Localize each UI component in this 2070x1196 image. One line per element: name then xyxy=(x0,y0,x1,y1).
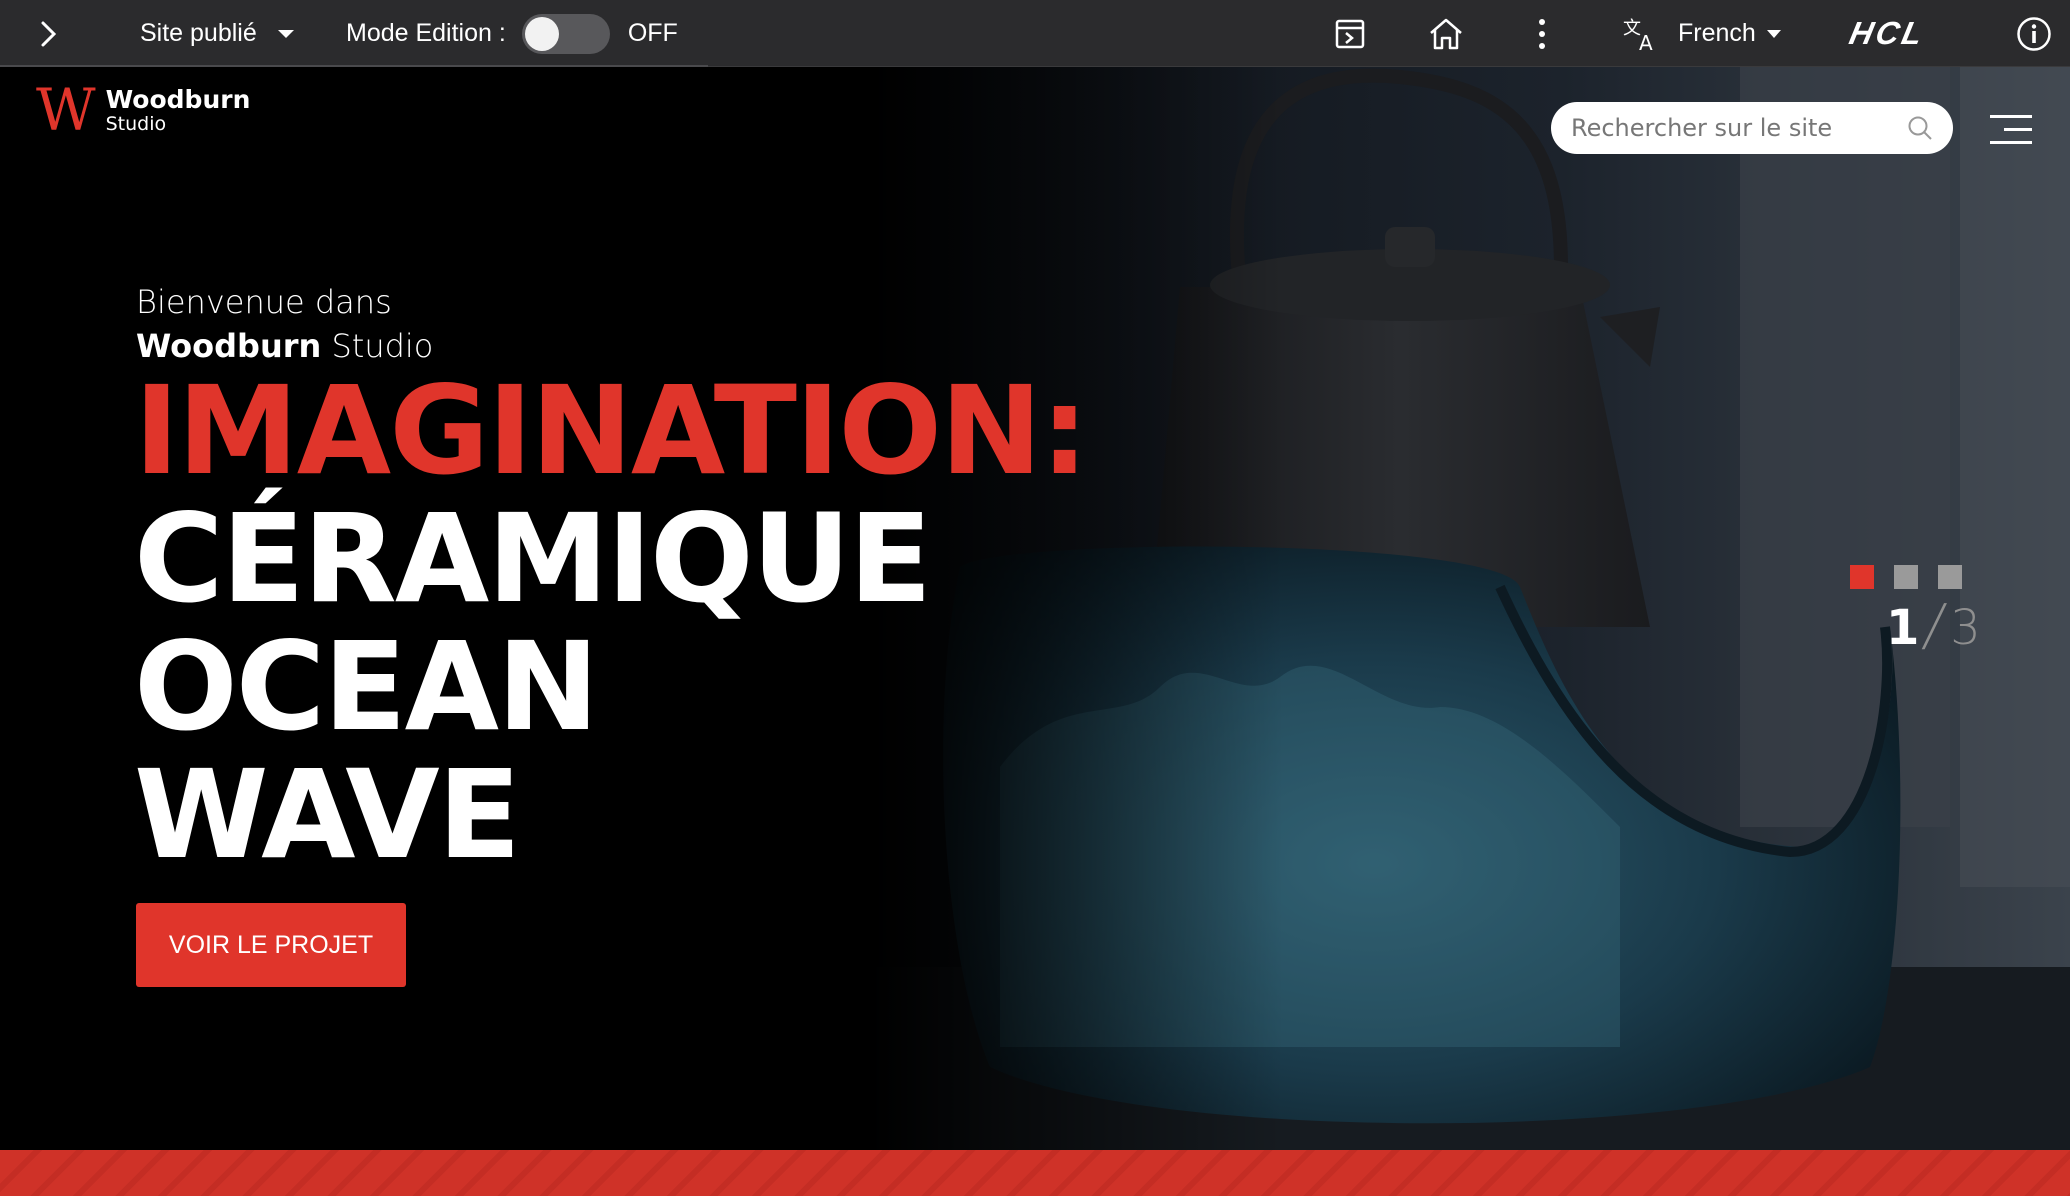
site-logo[interactable]: W Woodburn Studio xyxy=(36,81,250,139)
translate-icon: 文 A xyxy=(1623,18,1653,52)
caret-down-icon xyxy=(1766,29,1781,38)
preview-panel-icon[interactable] xyxy=(1334,0,1366,67)
site-status-dropdown[interactable]: Site publié xyxy=(140,0,295,67)
language-selector[interactable]: 文 A French xyxy=(1622,0,1782,67)
hcl-logo: HCL xyxy=(1846,15,1929,51)
slide-pagination xyxy=(1850,565,1962,589)
info-icon[interactable] xyxy=(2016,0,2052,67)
logo-name: Woodburn xyxy=(105,85,251,114)
headline-highlight: IMAGINATION: xyxy=(134,360,1089,502)
slide-dot-2[interactable] xyxy=(1894,565,1918,589)
more-options-icon[interactable] xyxy=(1538,0,1546,67)
slide-counter: 1 / 3 xyxy=(1886,593,1981,658)
logo-subtitle: Studio xyxy=(105,113,167,135)
slide-dot-1[interactable] xyxy=(1850,565,1874,589)
slide-total: 3 xyxy=(1950,600,1981,656)
language-label: French xyxy=(1678,19,1756,47)
toggle-knob xyxy=(524,16,559,51)
hero-headline: IMAGINATION: CÉRAMIQUE OCEAN WAVE xyxy=(134,360,1089,886)
editor-toolbar: Site publié Mode Edition : OFF 文 A Frenc… xyxy=(0,0,2070,67)
edit-mode-label: Mode Edition : xyxy=(346,19,506,47)
headline-line: WAVE xyxy=(134,744,521,886)
hero-banner: W Woodburn Studio Bienvenue dans Woodbur… xyxy=(0,67,2070,1150)
expand-chevron-icon[interactable] xyxy=(38,0,60,67)
slide-separator: / xyxy=(1919,593,1951,658)
home-icon[interactable] xyxy=(1428,0,1464,67)
slide-dot-3[interactable] xyxy=(1938,565,1962,589)
site-status-label: Site publié xyxy=(140,19,257,47)
site-search xyxy=(1551,102,1953,154)
search-icon[interactable] xyxy=(1907,115,1933,141)
svg-text:A: A xyxy=(1639,31,1653,52)
headline-line: OCEAN xyxy=(134,616,599,758)
search-input[interactable] xyxy=(1571,114,1907,142)
intro-line: Bienvenue dans xyxy=(136,283,392,321)
hamburger-menu-icon[interactable] xyxy=(1990,115,2032,145)
edit-mode-control: Mode Edition : OFF xyxy=(346,0,678,67)
headline-line: CÉRAMIQUE xyxy=(134,488,932,630)
edit-mode-toggle[interactable] xyxy=(521,13,610,54)
view-project-button[interactable]: VOIR LE PROJET xyxy=(136,903,406,987)
logo-mark: W xyxy=(36,76,96,144)
caret-down-icon xyxy=(277,29,294,38)
slide-current: 1 xyxy=(1886,600,1920,656)
edit-mode-state: OFF xyxy=(627,19,678,47)
logo-text: Woodburn Studio xyxy=(105,85,251,136)
hero-intro: Bienvenue dans Woodburn Studio xyxy=(136,280,433,368)
red-footer-band xyxy=(0,1150,2070,1196)
